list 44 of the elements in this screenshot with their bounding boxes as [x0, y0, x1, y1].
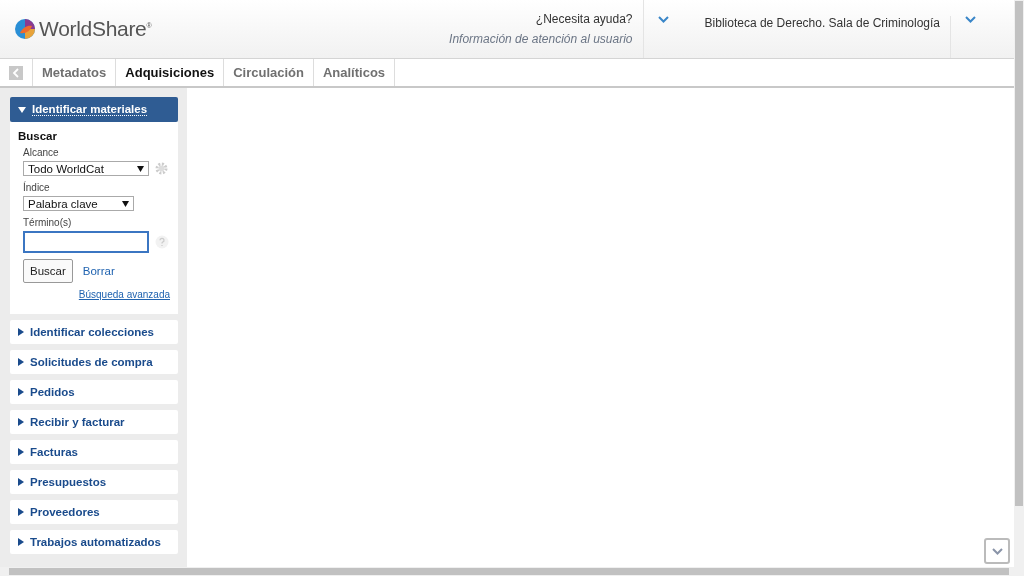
institution-name[interactable]: Biblioteca de Derecho. Sala de Criminología	[682, 16, 951, 58]
section-header[interactable]: Solicitudes de compra	[10, 350, 178, 374]
triangle-right-icon	[18, 358, 24, 366]
help-sublabel: Información de atención al usuario	[449, 32, 633, 46]
triangle-down-icon	[18, 106, 26, 113]
logo-text: WorldShare$^{®}$	[39, 17, 152, 41]
triangle-right-icon	[18, 388, 24, 396]
clear-link[interactable]: Borrar	[82, 265, 115, 277]
triangle-right-icon	[18, 328, 24, 336]
advanced-search-link[interactable]: Búsqueda avanzada	[78, 289, 170, 300]
index-select[interactable]: Palabra clave	[23, 196, 134, 211]
chevron-left-icon	[9, 65, 23, 80]
section-header[interactable]: Proveedores	[10, 500, 178, 524]
triangle-right-icon	[18, 448, 24, 456]
scope-label: Alcance	[23, 147, 60, 158]
chevron-down-icon	[991, 547, 1003, 555]
section-header[interactable]: Presupuestos	[10, 470, 178, 494]
terms-input[interactable]	[23, 231, 149, 253]
section-header[interactable]: Identificar materiales	[10, 97, 178, 122]
help-label[interactable]: ¿Necesita ayuda?	[535, 12, 633, 26]
terms-label: Término(s)	[23, 217, 73, 228]
triangle-right-icon	[18, 538, 24, 546]
scope-select[interactable]: Todo WorldCat	[23, 161, 149, 176]
logo-icon	[14, 18, 36, 40]
triangle-right-icon	[18, 418, 24, 426]
triangle-right-icon	[18, 478, 24, 486]
search-button[interactable]: Buscar	[23, 259, 73, 283]
scroll-down-button[interactable]	[984, 538, 1010, 564]
chevron-down-icon	[657, 16, 669, 23]
gear-icon[interactable]	[155, 162, 168, 175]
index-label: Índice	[23, 182, 51, 193]
section-header[interactable]: Trabajos automatizados	[10, 530, 178, 554]
section-header[interactable]: Recibir y facturar	[10, 410, 178, 434]
triangle-right-icon	[18, 508, 24, 516]
dropdown-arrow-icon	[137, 165, 144, 172]
section-header[interactable]: Identificar colecciones	[10, 320, 178, 344]
section-header[interactable]: Facturas	[10, 440, 178, 464]
help-icon[interactable]	[155, 235, 169, 249]
chevron-down-icon	[965, 16, 976, 23]
vertical-scrollbar[interactable]	[1014, 0, 1024, 576]
dropdown-arrow-icon	[122, 200, 129, 207]
search-heading: Buscar	[18, 130, 58, 142]
section-header[interactable]: Pedidos	[10, 380, 178, 404]
horizontal-scrollbar[interactable]	[0, 567, 1014, 576]
